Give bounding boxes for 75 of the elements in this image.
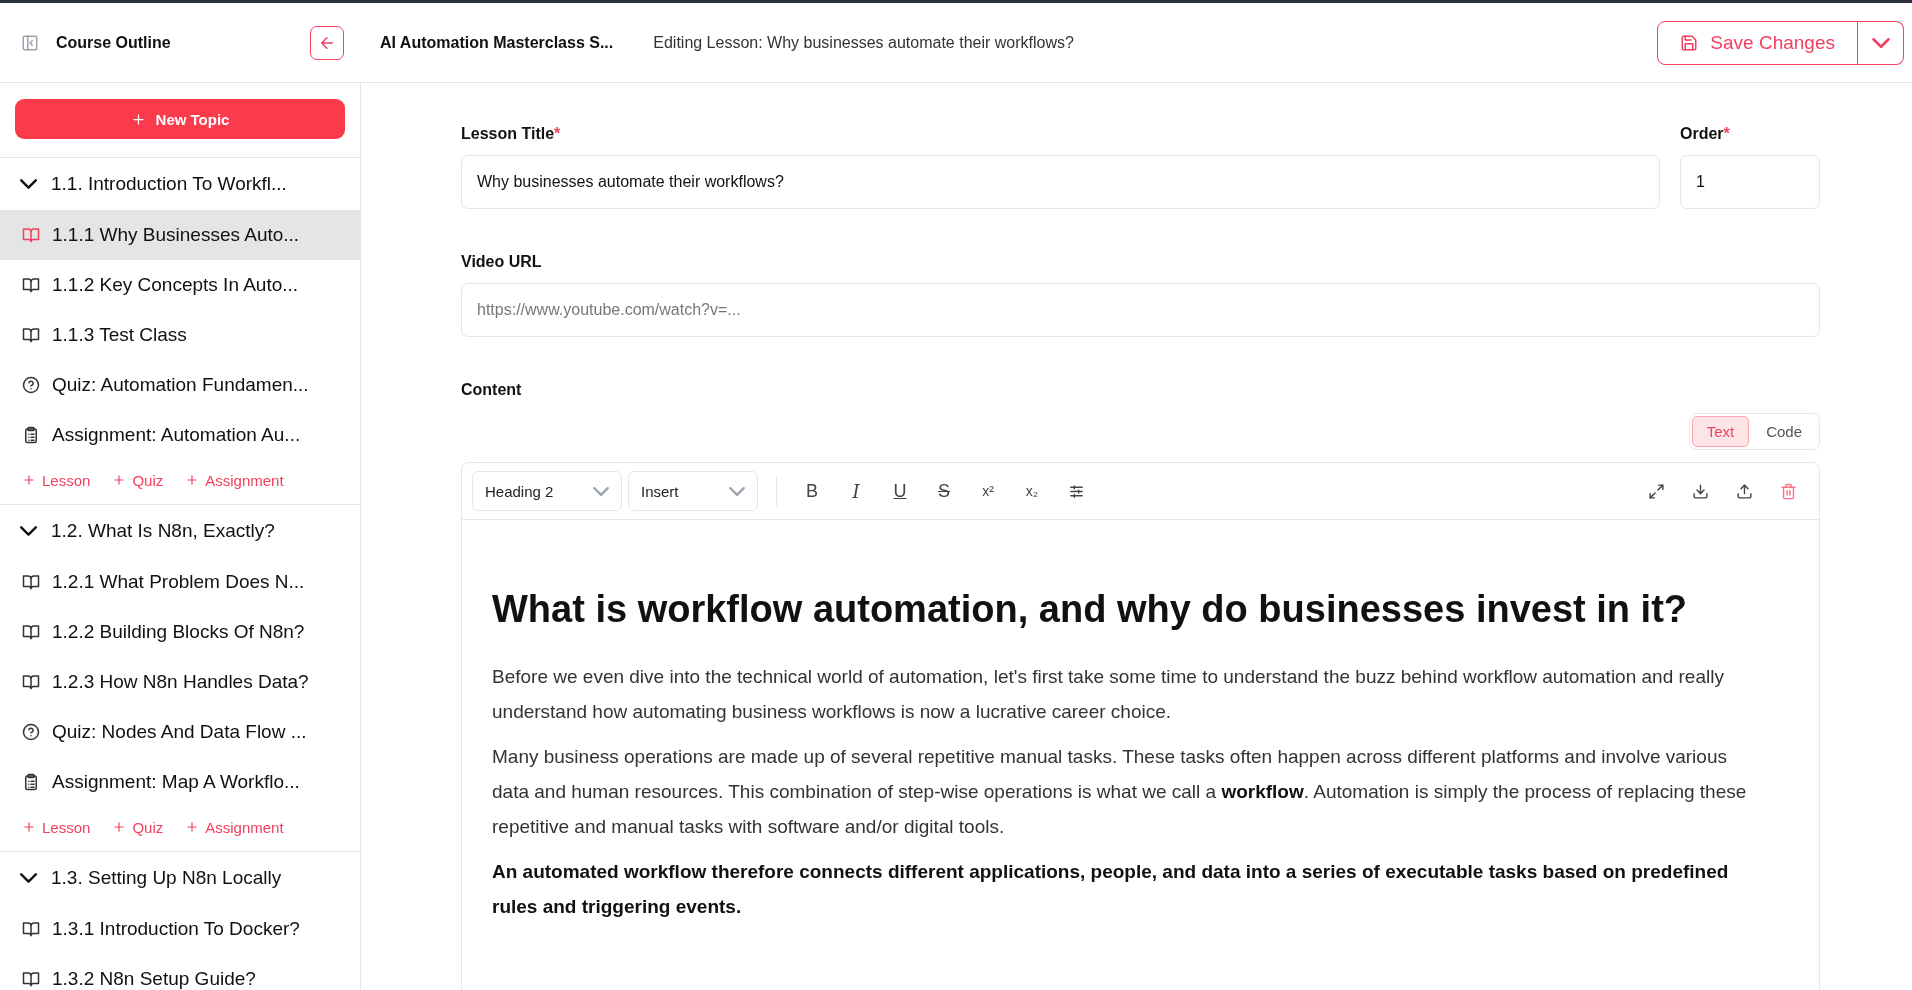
content-paragraph: Before we even dive into the technical world of automation, let's first take some time to understand the buzz behind workflow automation and really understand how automating business workflows is now a lucrative career choice. xyxy=(492,665,1725,724)
topic-header[interactable]: 1.3. Setting Up N8n Locally xyxy=(0,852,360,904)
dropdown[interactable]: Insert xyxy=(628,471,758,511)
add-link[interactable]: Assignment xyxy=(185,818,284,836)
underline-button[interactable]: U xyxy=(883,474,917,508)
field-label: Content xyxy=(461,381,523,399)
subscript-button[interactable]: x₂ xyxy=(1015,474,1049,508)
fullscreen-icon xyxy=(1647,482,1665,500)
save-options-button[interactable] xyxy=(1858,20,1904,65)
save-button[interactable]: Save Changes xyxy=(1657,20,1858,65)
field-label: Order* xyxy=(1680,125,1730,143)
bold-button[interactable]: B xyxy=(795,474,829,508)
outline-item[interactable]: 1.2.2 Building Blocks Of N8n? xyxy=(0,607,360,657)
book-icon xyxy=(22,920,40,938)
content-paragraph: Many business operations are made up of several repetitive manual tasks. These tasks often happen across different platforms and involve various data and human resources. This combination of step-wise operations is what we call a workflow. Automation is simply the process of replacing these repetitive and manual tasks with software and/or digital tools. xyxy=(492,745,1748,839)
clipboard-icon xyxy=(22,426,40,444)
order-input[interactable]: 1 xyxy=(1680,155,1820,209)
outline-item[interactable]: Assignment: Map A Workflo... xyxy=(0,757,360,807)
plus-icon xyxy=(185,820,200,834)
book-icon xyxy=(22,970,40,988)
plus-icon xyxy=(130,111,146,127)
plus-icon xyxy=(22,820,36,834)
book-icon xyxy=(22,276,40,294)
content-heading: What is workflow automation, and why do businesses invest in it? xyxy=(492,588,1689,631)
download-icon xyxy=(1691,482,1709,500)
plus-icon xyxy=(112,820,127,834)
editing-label: Editing Lesson: Why businesses automate their workflows? xyxy=(653,33,1074,52)
outline-item[interactable]: 1.1.1 Why Businesses Auto... xyxy=(0,210,360,260)
outline-item[interactable]: 1.2.3 How N8n Handles Data? xyxy=(0,657,360,707)
dropdown[interactable]: Heading 2 xyxy=(472,471,622,511)
outline-item[interactable]: 1.2.1 What Problem Does N... xyxy=(0,557,360,607)
outline-item[interactable]: 1.1.2 Key Concepts In Auto... xyxy=(0,260,360,310)
caret-icon xyxy=(1871,37,1890,48)
chevron-down-icon xyxy=(729,486,745,496)
superscript-button[interactable]: x² xyxy=(971,474,1005,508)
book-icon xyxy=(22,573,40,591)
plus-icon xyxy=(22,473,36,487)
clipboard-icon xyxy=(22,773,40,791)
book-icon xyxy=(22,326,40,344)
upload-icon xyxy=(1735,482,1753,500)
chevron-down-icon xyxy=(593,486,609,496)
topic-header[interactable]: 1.1. Introduction To Workfl... xyxy=(0,158,360,210)
add-link[interactable]: Lesson xyxy=(22,471,91,489)
outline-item[interactable]: Quiz: Nodes And Data Flow ... xyxy=(0,707,360,757)
trash-icon xyxy=(1779,482,1797,500)
field-label: Video URL xyxy=(461,253,542,271)
video-url-input[interactable]: https://www.youtube.com/watch?v=... xyxy=(461,283,1820,337)
title-input[interactable]: Why businesses automate their workflows? xyxy=(461,155,1660,209)
outline-item[interactable]: Assignment: Automation Au... xyxy=(0,410,360,460)
add-link[interactable]: Quiz xyxy=(112,818,164,836)
question-circle-icon xyxy=(22,723,40,741)
plus-icon xyxy=(185,473,200,487)
outline-item[interactable]: 1.3.2 N8n Setup Guide? xyxy=(0,954,360,990)
outline-item[interactable]: 1.3.1 Introduction To Docker? xyxy=(0,904,360,954)
sliders-icon xyxy=(1067,482,1085,500)
add-link[interactable]: Quiz xyxy=(112,471,164,489)
outline-item[interactable]: Quiz: Automation Fundamen... xyxy=(0,360,360,410)
plus-icon xyxy=(112,473,127,487)
add-link[interactable]: Lesson xyxy=(22,818,91,836)
field-label: Lesson Title* xyxy=(461,125,561,143)
content-paragraph: An automated workflow therefore connects different applications, people, and data into a series of executable tasks based on predefined rules and triggering events. xyxy=(492,860,1730,919)
question-circle-icon xyxy=(22,376,40,394)
book-icon xyxy=(22,226,40,244)
book-icon xyxy=(22,673,40,691)
new-topic-button[interactable]: New Topic xyxy=(15,99,345,139)
add-link[interactable]: Assignment xyxy=(185,471,284,489)
italic-button[interactable]: I xyxy=(839,474,873,508)
book-icon xyxy=(22,623,40,641)
outline-title: Course Outline xyxy=(56,33,171,52)
outline-item[interactable]: 1.1.3 Test Class xyxy=(0,310,360,360)
topic-header[interactable]: 1.2. What Is N8n, Exactly? xyxy=(0,505,360,557)
strike-button[interactable]: S xyxy=(927,474,961,508)
sidebar-toggle-icon xyxy=(21,33,39,52)
course-title: AI Automation Masterclass S... xyxy=(380,33,614,52)
back-button[interactable] xyxy=(310,25,344,60)
